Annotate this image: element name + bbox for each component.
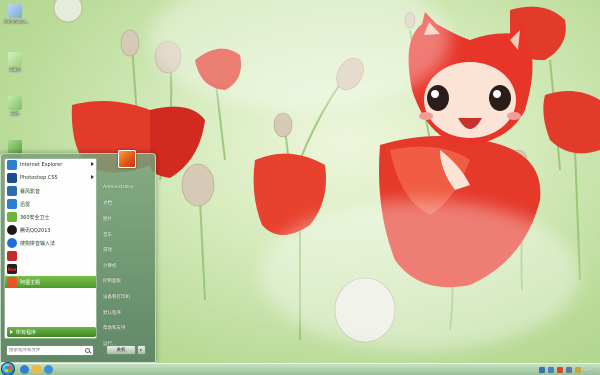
shutdown-button[interactable]: 关机: [106, 345, 136, 355]
system-tray: 19:05: [539, 364, 600, 375]
security-tray-icon[interactable]: [557, 367, 564, 373]
all-programs-button[interactable]: 所有程序: [7, 327, 96, 337]
qq-icon: [7, 225, 17, 235]
start-link-help[interactable]: 帮助和支持: [99, 320, 154, 336]
res-icon: Res: [7, 264, 17, 274]
trash-icon: [8, 140, 22, 154]
start-link-games[interactable]: 游戏: [99, 242, 154, 258]
user-avatar[interactable]: [118, 150, 136, 168]
sogou-icon: [7, 238, 17, 248]
desktop-icon-network[interactable]: 网络: [4, 96, 26, 117]
start-link-devices-printers[interactable]: 设备和打印机: [99, 289, 154, 305]
start-link-pictures[interactable]: 图片: [99, 211, 154, 227]
start-link-computer[interactable]: 计算机: [99, 258, 154, 274]
triangle-right-icon: [10, 330, 13, 334]
program-360-safe[interactable]: 360安全卫士: [5, 211, 96, 223]
start-link-default-programs[interactable]: 默认程序: [99, 305, 154, 321]
submenu-arrow-icon[interactable]: [91, 175, 94, 179]
start-button[interactable]: [1, 362, 15, 375]
taskbar: 19:05: [0, 362, 600, 375]
start-search-box[interactable]: [6, 345, 94, 356]
shield-icon: [7, 212, 17, 222]
program-res[interactable]: Res: [5, 263, 96, 275]
network-tray-icon[interactable]: [548, 367, 555, 373]
network-icon: [8, 96, 22, 110]
ie-taskbar-icon[interactable]: [20, 365, 29, 374]
start-search-input[interactable]: [9, 348, 85, 353]
search-icon[interactable]: [85, 348, 90, 353]
program-ali-theme[interactable]: 阿狸主题: [5, 276, 96, 288]
program-qq[interactable]: 腾讯QQ2013: [5, 224, 96, 236]
flag-tray-icon[interactable]: [575, 367, 582, 373]
ie-icon: [7, 160, 17, 170]
start-link-user[interactable]: Administrator: [99, 180, 154, 196]
program-sogou[interactable]: 搜狗拼音输入法: [5, 237, 96, 249]
taskbar-clock[interactable]: 19:05: [584, 368, 597, 373]
program-thunder[interactable]: 迅雷: [5, 198, 96, 210]
desktop-icon-computer[interactable]: 计算机: [4, 52, 26, 73]
media-taskbar-icon[interactable]: [44, 365, 53, 374]
app-icon: [7, 251, 17, 261]
program-media-player[interactable]: 暴风影音: [5, 185, 96, 197]
desktop-icon-administrator[interactable]: Administra...: [4, 4, 29, 24]
program-photoshop[interactable]: Photoshop CS5: [5, 172, 96, 184]
program-app[interactable]: [5, 250, 96, 262]
start-link-documents[interactable]: 文档: [99, 196, 154, 212]
start-link-music[interactable]: 音乐: [99, 227, 154, 243]
media-player-icon: [7, 186, 17, 196]
explorer-taskbar-icon[interactable]: [32, 365, 41, 374]
recycle-bin-icon: [8, 52, 22, 66]
start-menu: Internet Explorer Photoshop CS5 暴风影音 迅雷 …: [0, 150, 156, 363]
start-menu-program-list: Internet Explorer Photoshop CS5 暴风影音 迅雷 …: [4, 158, 97, 339]
program-internet-explorer[interactable]: Internet Explorer: [5, 159, 96, 171]
windows-logo-icon: [5, 366, 11, 372]
submenu-arrow-icon[interactable]: [91, 162, 94, 166]
language-icon[interactable]: [539, 367, 546, 373]
volume-icon[interactable]: [566, 367, 573, 373]
shutdown-options-button[interactable]: [137, 345, 146, 355]
computer-icon: [8, 4, 22, 18]
start-link-control-panel[interactable]: 控制面板: [99, 274, 154, 290]
photoshop-icon: [7, 173, 17, 183]
thunder-icon: [7, 199, 17, 209]
ali-theme-icon: [7, 277, 17, 287]
